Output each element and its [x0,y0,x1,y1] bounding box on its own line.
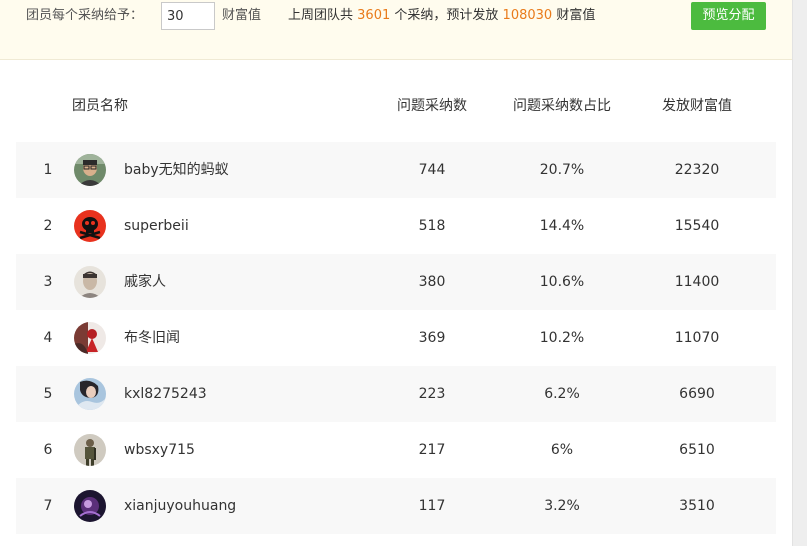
table-row: 4 布冬旧闻 369 10.2% 11070 [16,310,776,366]
adopt-ratio-cell: 20.7% [539,162,585,178]
adopt-ratio-cell: 10.6% [539,274,585,290]
rank-cell: 2 [43,218,53,234]
header-adopt-count: 问题采纳数 [397,98,467,114]
adopt-count-cell: 744 [418,162,446,178]
member-name-link[interactable]: superbeii [124,198,189,254]
adopt-ratio-cell: 10.2% [539,330,585,346]
summary-mid: 个采纳，预计发放 [394,8,499,23]
adopt-count-cell: 223 [418,386,446,402]
woman-avatar-icon[interactable] [74,378,106,410]
team-summary: 上周团队共 3601 个采纳，预计发放 108030 财富值 [288,7,595,25]
red-figure-avatar-icon[interactable] [74,322,106,354]
give-label: 团员每个采纳给予： [26,8,144,23]
member-name-link[interactable]: xianjuyouhuang [124,478,236,534]
member-name-link[interactable]: kxl8275243 [124,366,207,422]
table-row: 7 xianjuyouhuang 117 3.2% 3510 [16,478,776,534]
wealth-total-value: 108030 [502,8,553,23]
team-wealth-page: 团员每个采纳给予： 财富值 上周团队共 3601 个采纳，预计发放 108030… [0,0,807,546]
adopt-count-cell: 380 [418,274,446,290]
header-member-name: 团员名称 [72,98,128,114]
header-wealth: 发放财富值 [662,98,732,114]
table-row: 3 戚家人 380 10.6% 11400 [16,254,776,310]
rank-cell: 7 [43,498,53,514]
table-row: 6 wbsxy715 217 6% 6510 [16,422,776,478]
member-table: 1 baby无知的蚂蚁 744 20.7% 22320 2 superbeii … [16,142,776,534]
adopt-ratio-cell: 6% [550,442,574,458]
wealth-cell: 6510 [679,442,715,458]
rank-cell: 5 [43,386,53,402]
wealth-cell: 11400 [674,274,720,290]
header-adopt-ratio: 问题采纳数占比 [513,98,611,114]
adopt-count-cell: 369 [418,330,446,346]
rank-cell: 3 [43,274,53,290]
give-unit-label: 财富值 [222,8,262,23]
adopt-count-cell: 217 [418,442,446,458]
summary-prefix: 上周团队共 [288,8,354,23]
wealth-cell: 6690 [679,386,715,402]
member-name-link[interactable]: 布冬旧闻 [124,310,180,366]
skull-avatar-icon[interactable] [74,210,106,242]
table-row: 2 superbeii 518 14.4% 15540 [16,198,776,254]
adopt-count-cell: 117 [418,498,446,514]
member-name-link[interactable]: wbsxy715 [124,422,195,478]
wealth-cell: 11070 [674,330,720,346]
portrait-avatar-icon[interactable] [74,266,106,298]
man-glasses-avatar-icon[interactable] [74,154,106,186]
summary-unit: 财富值 [556,8,596,23]
rank-cell: 1 [43,162,53,178]
adopt-ratio-cell: 6.2% [544,386,580,402]
wealth-cell: 22320 [674,162,720,178]
member-name-link[interactable]: baby无知的蚂蚁 [124,142,229,198]
table-row: 1 baby无知的蚂蚁 744 20.7% 22320 [16,142,776,198]
purple-avatar-icon[interactable] [74,490,106,522]
rank-cell: 4 [43,330,53,346]
member-name-link[interactable]: 戚家人 [124,254,166,310]
adopt-count-cell: 518 [418,218,446,234]
rank-cell: 6 [43,442,53,458]
vertical-scrollbar[interactable] [792,0,807,546]
wealth-cell: 3510 [679,498,715,514]
preview-distribution-button[interactable]: 预览分配 [691,2,766,30]
distribution-toolbar: 团员每个采纳给予： 财富值 上周团队共 3601 个采纳，预计发放 108030… [0,0,792,60]
give-per-adopt-input[interactable] [161,2,215,30]
adopt-total-value: 3601 [357,8,391,23]
adopt-ratio-cell: 14.4% [539,218,585,234]
wealth-cell: 15540 [674,218,720,234]
soldier-avatar-icon[interactable] [74,434,106,466]
table-header: 团员名称 问题采纳数 问题采纳数占比 发放财富值 [16,78,776,134]
table-row: 5 kxl8275243 223 6.2% 6690 [16,366,776,422]
adopt-ratio-cell: 3.2% [544,498,580,514]
